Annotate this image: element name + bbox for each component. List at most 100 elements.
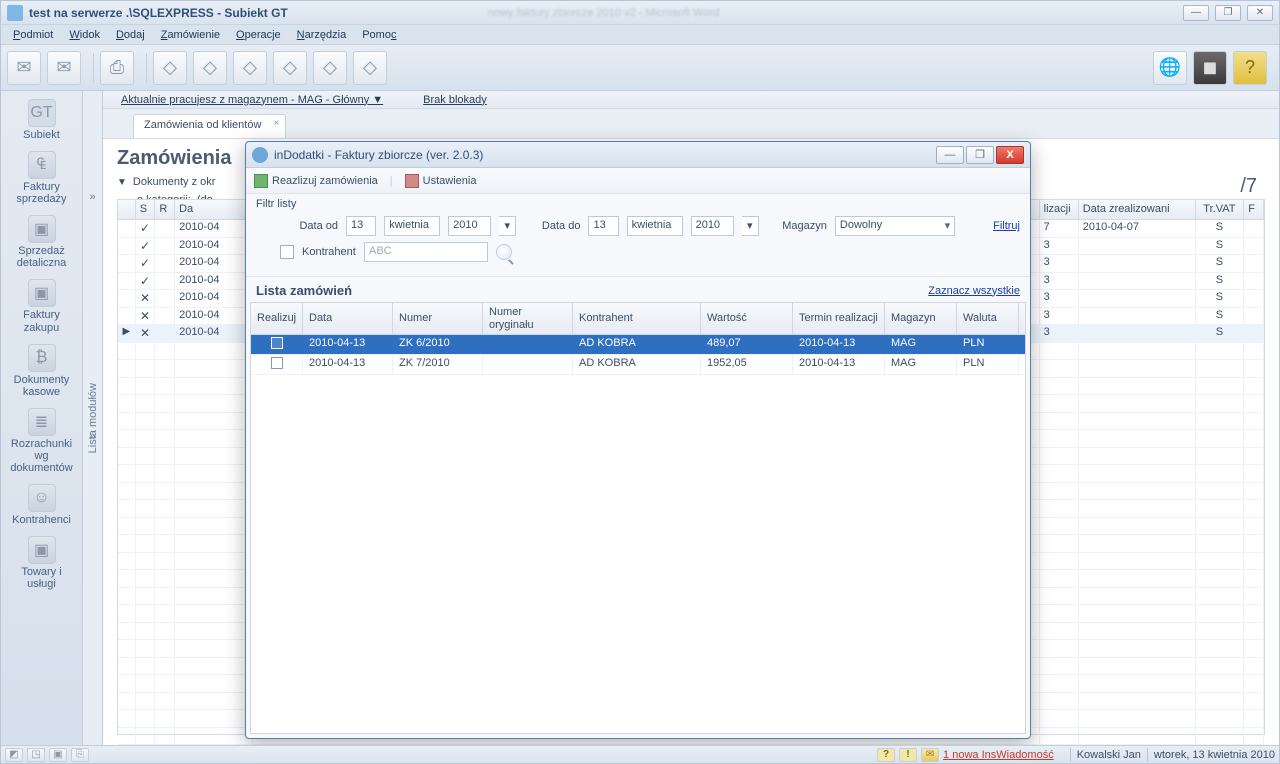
- col-wartosc[interactable]: Wartość: [701, 303, 793, 334]
- col-numer-oryginalu[interactable]: Numer oryginału: [483, 303, 573, 334]
- col-waluta[interactable]: Waluta: [957, 303, 1019, 334]
- sidebar-item-rozrachunki[interactable]: ≣Rozrachunki wg dokumentów: [6, 408, 78, 474]
- sidebar-item-faktury-zakupu[interactable]: ▣Faktury zakupu: [6, 279, 78, 333]
- menu-dodaj[interactable]: Dodaj: [108, 27, 153, 43]
- status-message-link[interactable]: 1 nowa InsWiadomość: [943, 749, 1054, 761]
- content-header-strip: Aktualnie pracujesz z magazynem - MAG - …: [103, 91, 1279, 109]
- tb-tag5-icon[interactable]: ◇: [313, 51, 347, 85]
- dialog-maximize-button[interactable]: ❐: [966, 146, 994, 164]
- tb-cube-icon[interactable]: ◼: [1193, 51, 1227, 85]
- date-from-month[interactable]: kwietnia: [384, 216, 440, 236]
- restore-button[interactable]: ❐: [1215, 5, 1241, 21]
- date-to-day[interactable]: 13: [588, 216, 618, 236]
- menu-podmiot[interactable]: Podmiot: [5, 27, 61, 43]
- tb-help-icon[interactable]: ?: [1233, 51, 1267, 85]
- col-lizacji[interactable]: lizacji: [1040, 200, 1079, 219]
- col-trvat[interactable]: Tr.VAT: [1196, 200, 1245, 219]
- col-s[interactable]: S: [136, 200, 156, 219]
- col-termin-realizacji[interactable]: Termin realizacji: [793, 303, 885, 334]
- sb-icon-4[interactable]: ⎘: [71, 748, 89, 762]
- dialog-list-header: Lista zamówień Zaznacz wszystkie: [246, 277, 1030, 302]
- cash-icon: ₿: [28, 344, 56, 372]
- main-window: test na serwerze .\SQLEXPRESS - Subiekt …: [0, 0, 1280, 764]
- tb-tag6-icon[interactable]: ◇: [353, 51, 387, 85]
- filtruj-link[interactable]: Filtruj: [993, 220, 1020, 232]
- sidebar-item-sprzedaz-detaliczna[interactable]: ▣Sprzedaż detaliczna: [6, 215, 78, 269]
- col-numer[interactable]: Numer: [393, 303, 483, 334]
- row-checkbox[interactable]: [271, 357, 283, 369]
- minimize-button[interactable]: —: [1183, 5, 1209, 21]
- close-button[interactable]: ✕: [1247, 5, 1273, 21]
- sidebar-logo[interactable]: GT Subiekt: [6, 99, 78, 141]
- col-r[interactable]: R: [155, 200, 175, 219]
- dialog-minimize-button[interactable]: —: [936, 146, 964, 164]
- tab-close-icon[interactable]: ×: [274, 118, 280, 129]
- date-to-year[interactable]: 2010: [691, 216, 734, 236]
- status-user: Kowalski Jan: [1077, 749, 1141, 761]
- date-to-dropdown-icon[interactable]: ▾: [742, 216, 759, 236]
- menu-pomoc[interactable]: Pomoc: [354, 27, 404, 43]
- col-kontrahent[interactable]: Kontrahent: [573, 303, 701, 334]
- sidebar-item-towary[interactable]: ▣Towary i usługi: [6, 536, 78, 590]
- dialog-toolbar: Reazlizuj zamówienia | Ustawienia: [246, 168, 1030, 194]
- list-item[interactable]: 2010-04-13ZK 7/2010AD KOBRA1952,052010-0…: [251, 355, 1025, 375]
- tb-tag3-icon[interactable]: ◇: [233, 51, 267, 85]
- tb-open-icon[interactable]: ✉: [47, 51, 81, 85]
- col-pointer[interactable]: [118, 200, 136, 219]
- date-from-year[interactable]: 2010: [448, 216, 491, 236]
- brak-blokady-link[interactable]: Brak blokady: [423, 94, 487, 106]
- col-data[interactable]: Data: [303, 303, 393, 334]
- sidebar-item-dokumenty-kasowe[interactable]: ₿Dokumenty kasowe: [6, 344, 78, 398]
- tb-new-icon[interactable]: ✉: [7, 51, 41, 85]
- col-magazyn[interactable]: Magazyn: [885, 303, 957, 334]
- tb-globe-icon[interactable]: 🌐: [1153, 51, 1187, 85]
- date-from-dropdown-icon[interactable]: ▾: [499, 216, 516, 236]
- col-date[interactable]: Da: [175, 200, 253, 219]
- dialog-close-button[interactable]: X: [996, 146, 1024, 164]
- search-icon[interactable]: [496, 244, 512, 260]
- date-from-day[interactable]: 13: [346, 216, 376, 236]
- dialog-filter-section: Filtr listy Data od 13 kwietnia 2010 ▾ D…: [246, 194, 1030, 277]
- news-icon[interactable]: ?: [877, 748, 895, 762]
- kontrahent-checkbox[interactable]: [280, 245, 294, 259]
- menu-zamowienie[interactable]: Zamówienie: [153, 27, 228, 43]
- select-all-link[interactable]: Zaznacz wszystkie: [928, 285, 1020, 297]
- sidebar-item-faktury-sprzedazy[interactable]: ₠Faktury sprzedaży: [6, 151, 78, 205]
- magazyn-select[interactable]: Dowolny: [835, 216, 955, 236]
- settings-button[interactable]: Ustawienia: [405, 174, 477, 188]
- col-data-zrealizowania[interactable]: Data zrealizowani: [1079, 200, 1196, 219]
- envelope-icon[interactable]: ✉: [921, 748, 939, 762]
- realize-orders-button[interactable]: Reazlizuj zamówienia: [254, 174, 378, 188]
- alert-icon[interactable]: !: [899, 748, 917, 762]
- tb-tag1-icon[interactable]: ◇: [153, 51, 187, 85]
- module-tab-strip[interactable]: » Lista modułów »: [83, 91, 103, 745]
- sb-icon-1[interactable]: ◩: [5, 748, 23, 762]
- kontrahent-input[interactable]: ABC: [364, 242, 488, 262]
- dialog-icon: [252, 147, 268, 163]
- list-item[interactable]: 2010-04-13ZK 6/2010AD KOBRA489,072010-04…: [251, 335, 1025, 355]
- label-data-od: Data od: [256, 220, 338, 232]
- orders-list-grid[interactable]: Realizuj Data Numer Numer oryginału Kont…: [250, 302, 1026, 734]
- tab-zamowienia-od-klientow[interactable]: Zamówienia od klientów ×: [133, 114, 286, 138]
- tb-print-icon[interactable]: ⎙: [100, 51, 134, 85]
- dialog-titlebar[interactable]: inDodatki - Faktury zbiorcze (ver. 2.0.3…: [246, 142, 1030, 168]
- tb-tag4-icon[interactable]: ◇: [273, 51, 307, 85]
- window-controls: — ❐ ✕: [1183, 5, 1273, 21]
- magazyn-selector-link[interactable]: Aktualnie pracujesz z magazynem - MAG - …: [121, 94, 383, 106]
- sb-icon-2[interactable]: ◳: [27, 748, 45, 762]
- goods-icon: ▣: [28, 536, 56, 564]
- menu-widok[interactable]: Widok: [61, 27, 108, 43]
- sb-icon-3[interactable]: ▣: [49, 748, 67, 762]
- col-f[interactable]: F: [1244, 200, 1264, 219]
- menu-narzedzia[interactable]: Narzędzia: [289, 27, 355, 43]
- menu-operacje[interactable]: Operacje: [228, 27, 289, 43]
- tb-tag2-icon[interactable]: ◇: [193, 51, 227, 85]
- col-realizuj[interactable]: Realizuj: [251, 303, 303, 334]
- realize-icon: [254, 174, 268, 188]
- app-title-secondary: nowy faktury zbiorcze 2010 v2 - Microsof…: [488, 7, 720, 19]
- row-checkbox[interactable]: [271, 337, 283, 349]
- sidebar-item-kontrahenci[interactable]: ☺Kontrahenci: [6, 484, 78, 526]
- date-to-month[interactable]: kwietnia: [627, 216, 683, 236]
- collapse-icon[interactable]: ▼: [117, 177, 127, 188]
- app-titlebar: test na serwerze .\SQLEXPRESS - Subiekt …: [1, 1, 1279, 25]
